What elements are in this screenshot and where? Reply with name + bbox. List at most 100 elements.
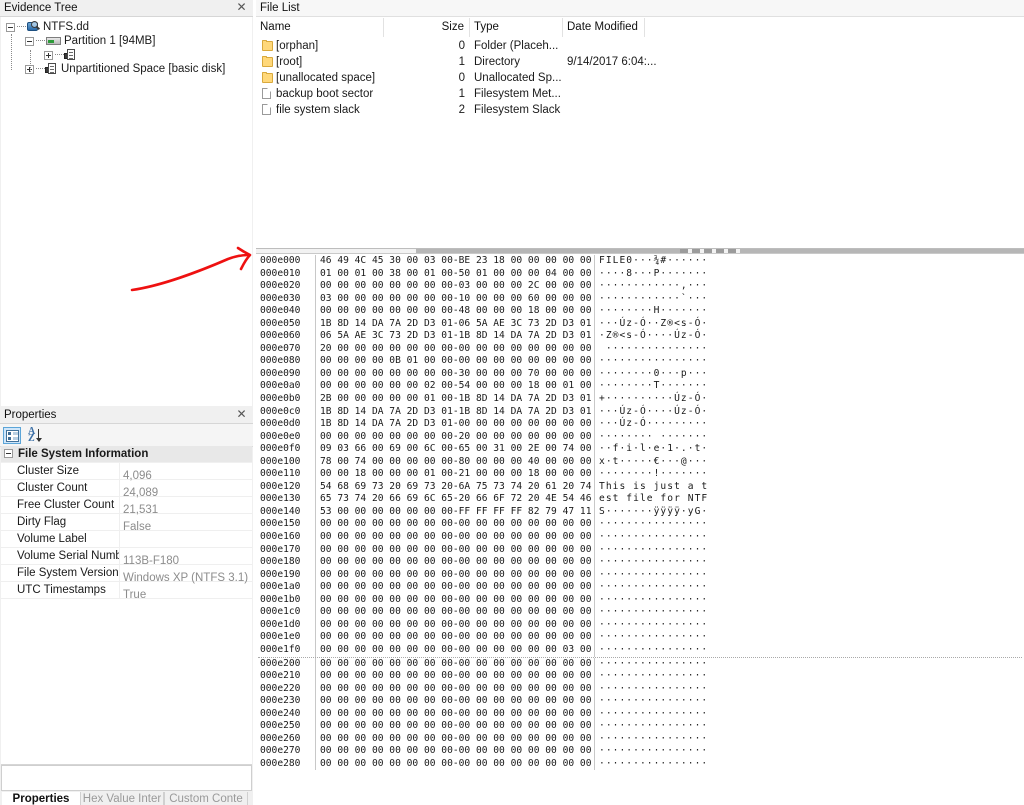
file-list-rows[interactable]: [orphan] 0 Folder (Placeh... [root] 1 Di… xyxy=(256,38,1024,245)
hex-ascii[interactable]: est file for NTF xyxy=(599,493,708,506)
hex-ascii[interactable]: ············`··· xyxy=(599,293,708,306)
hex-row[interactable]: 000e1d0 00 00 00 00 00 00 00 00-00 00 00 … xyxy=(258,618,1022,632)
property-row[interactable]: Volume Label xyxy=(1,531,252,548)
hex-bytes[interactable]: 00 00 00 00 00 00 00 00-00 00 00 00 00 0… xyxy=(320,556,591,569)
hex-row[interactable]: 000e050 1B 8D 14 DA 7A 2D D3 01-06 5A AE … xyxy=(258,317,1022,331)
hex-row[interactable]: 000e280 00 00 00 00 00 00 00 00-00 00 00 … xyxy=(258,757,1022,771)
tree-expander-minus-icon[interactable] xyxy=(6,22,15,32)
hex-ascii[interactable]: ················ xyxy=(599,758,708,771)
hex-bytes[interactable]: 00 00 00 00 00 00 00 00-00 00 00 00 00 0… xyxy=(320,544,591,557)
hex-row[interactable]: 000e1a0 00 00 00 00 00 00 00 00-00 00 00 … xyxy=(258,581,1022,594)
hex-bytes[interactable]: 00 00 00 00 00 00 00 00-00 00 00 00 00 0… xyxy=(320,708,591,721)
hex-row[interactable]: 000e1b0 00 00 00 00 00 00 00 00-00 00 00 … xyxy=(258,593,1022,607)
close-icon[interactable]: ✕ xyxy=(235,408,248,422)
group-collapse-icon[interactable] xyxy=(4,449,13,459)
hex-row[interactable]: 000e230 00 00 00 00 00 00 00 00-00 00 00 … xyxy=(258,695,1022,708)
hex-ascii[interactable]: ················ xyxy=(599,708,708,721)
hex-ascii[interactable]: ················ xyxy=(599,619,708,632)
hex-row[interactable]: 000e030 03 00 00 00 00 00 00 00-10 00 00 … xyxy=(258,292,1022,306)
property-row[interactable]: File System Version Windows XP (NTFS 3.1) xyxy=(1,565,252,584)
hex-row[interactable]: 000e110 00 00 18 00 00 00 01 00-21 00 00 … xyxy=(258,468,1022,481)
hex-row[interactable]: 000e120 54 68 69 73 20 69 73 20-6A 75 73 … xyxy=(258,480,1022,494)
hex-ascii[interactable]: ················ xyxy=(599,544,708,557)
hex-ascii[interactable]: +··········Úz-Ó· xyxy=(599,393,708,406)
tree-expander-plus-icon[interactable] xyxy=(44,50,53,60)
hex-row[interactable]: 000e1e0 00 00 00 00 00 00 00 00-00 00 00 … xyxy=(258,631,1022,644)
hex-dump[interactable]: 000e000 46 49 4C 45 30 00 03 00-BE 23 18 … xyxy=(258,255,1022,790)
hex-ascii[interactable]: ················ xyxy=(599,695,708,708)
hex-row[interactable]: 000e210 00 00 00 00 00 00 00 00-00 00 00 … xyxy=(258,670,1022,683)
hex-bytes[interactable]: 65 73 74 20 66 69 6C 65-20 66 6F 72 20 4… xyxy=(320,493,591,506)
hex-row[interactable]: 000e080 00 00 00 00 0B 01 00 00-00 00 00 … xyxy=(258,355,1022,368)
hex-bytes[interactable]: 00 00 00 00 0B 01 00 00-00 00 00 00 00 0… xyxy=(320,355,591,368)
hex-ascii[interactable]: ················ xyxy=(599,355,708,368)
hex-row[interactable]: 000e060 06 5A AE 3C 73 2D D3 01-1B 8D 14 … xyxy=(258,330,1022,343)
alphabetical-sort-button[interactable]: AZ xyxy=(26,427,48,444)
property-row[interactable]: Free Cluster Count 21,531 xyxy=(1,497,252,516)
hex-row[interactable]: 000e1f0 00 00 00 00 00 00 00 00-00 00 00 … xyxy=(258,643,1022,658)
hex-bytes[interactable]: 53 00 00 00 00 00 00 00-FF FF FF FF 82 7… xyxy=(320,506,591,519)
hex-row[interactable]: 000e160 00 00 00 00 00 00 00 00-00 00 00 … xyxy=(258,531,1022,544)
property-row[interactable]: Cluster Count 24,089 xyxy=(1,480,252,499)
categorized-view-button[interactable] xyxy=(3,427,21,444)
hex-ascii[interactable]: ················ xyxy=(599,670,708,683)
hex-row[interactable]: 000e100 78 00 74 00 00 00 00 00-80 00 00 … xyxy=(258,455,1022,469)
property-row[interactable]: Volume Serial Number113B-F180 xyxy=(1,548,252,567)
table-row[interactable]: [orphan] 0 Folder (Placeh... xyxy=(256,38,1024,54)
hex-bytes[interactable]: 00 00 00 00 00 00 00 00-00 00 00 00 00 0… xyxy=(320,619,591,632)
hex-ascii[interactable]: ················ xyxy=(599,581,708,594)
hex-bytes[interactable]: 00 00 00 00 00 00 00 00-00 00 00 00 00 0… xyxy=(320,531,591,544)
hex-bytes[interactable]: 1B 8D 14 DA 7A 2D D3 01-06 5A AE 3C 73 2… xyxy=(320,318,591,331)
hex-ascii[interactable]: ················ xyxy=(599,733,708,746)
hex-ascii[interactable]: x·t·····€···@··· xyxy=(599,456,708,469)
hex-horizontal-scrollbar[interactable] xyxy=(256,249,1024,254)
hex-ascii[interactable]: ················ xyxy=(599,556,708,569)
column-header-name[interactable]: Name xyxy=(256,18,384,37)
hex-ascii[interactable]: ················ xyxy=(599,594,708,607)
table-row[interactable]: backup boot sector 1 Filesystem Met... xyxy=(256,86,1024,102)
hex-ascii[interactable]: ················ xyxy=(599,644,708,657)
hex-row[interactable]: 000e0c0 1B 8D 14 DA 7A 2D D3 01-1B 8D 14 … xyxy=(258,405,1022,419)
hex-row[interactable]: 000e020 00 00 00 00 00 00 00 00-03 00 00 … xyxy=(258,280,1022,293)
hex-bytes[interactable]: 00 00 00 00 00 00 00 00-00 00 00 00 00 0… xyxy=(320,745,591,758)
hex-ascii[interactable]: ················ xyxy=(599,531,708,544)
hex-ascii[interactable]: ················ xyxy=(599,745,708,758)
hex-bytes[interactable]: 00 00 00 00 00 00 00 00-00 00 00 00 00 0… xyxy=(320,644,591,657)
close-icon[interactable]: ✕ xyxy=(235,1,248,15)
hex-row[interactable]: 000e200 00 00 00 00 00 00 00 00-00 00 00 … xyxy=(258,657,1022,671)
hex-row[interactable]: 000e260 00 00 00 00 00 00 00 00-00 00 00 … xyxy=(258,732,1022,746)
hex-ascii[interactable]: ············,··· xyxy=(599,280,708,293)
hex-ascii[interactable]: ················ xyxy=(599,658,708,671)
hex-row[interactable]: 000e010 01 00 01 00 38 00 01 00-50 01 00 … xyxy=(258,267,1022,281)
hex-bytes[interactable]: 00 00 00 00 00 00 00 00-00 00 00 00 00 0… xyxy=(320,581,591,594)
property-row[interactable]: Cluster Size 4,096 xyxy=(1,463,252,482)
hex-bytes[interactable]: 00 00 00 00 00 00 00 00-00 00 00 00 00 0… xyxy=(320,606,591,619)
table-row[interactable]: [root] 1 Directory 9/14/2017 6:04:... xyxy=(256,54,1024,70)
column-header-date-modified[interactable]: Date Modified xyxy=(563,18,645,37)
hex-bytes[interactable]: 00 00 00 00 00 00 00 00-00 00 00 00 00 0… xyxy=(320,670,591,683)
hex-ascii[interactable]: S·······ÿÿÿÿ·yG· xyxy=(599,506,708,519)
hex-bytes[interactable]: 00 00 00 00 00 00 00 00-00 00 00 00 00 0… xyxy=(320,720,591,733)
hex-bytes[interactable]: 00 00 00 00 00 00 00 00-00 00 00 00 00 0… xyxy=(320,569,591,582)
tree-item-ntfs-dd[interactable]: NTFS.dd xyxy=(1,17,252,34)
hex-row[interactable]: 000e140 53 00 00 00 00 00 00 00-FF FF FF … xyxy=(258,505,1022,519)
hex-bytes[interactable]: 00 00 00 00 00 00 00 00-00 00 00 00 00 0… xyxy=(320,695,591,708)
hex-bytes[interactable]: 20 00 00 00 00 00 00 00-00 00 00 00 00 0… xyxy=(320,343,591,356)
hex-ascii[interactable]: ····8···P······· xyxy=(599,268,708,281)
hex-bytes[interactable]: 2B 00 00 00 00 00 01 00-1B 8D 14 DA 7A 2… xyxy=(320,393,591,406)
properties-grid[interactable]: File System Information Cluster Size 4,09… xyxy=(1,446,252,765)
hex-row[interactable]: 000e0b0 2B 00 00 00 00 00 01 00-1B 8D 14 … xyxy=(258,393,1022,406)
hex-bytes[interactable]: 00 00 00 00 00 00 00 00-48 00 00 00 18 0… xyxy=(320,305,591,318)
hex-bytes[interactable]: 00 00 18 00 00 00 01 00-21 00 00 00 18 0… xyxy=(320,468,591,481)
column-header-size[interactable]: Size xyxy=(384,18,470,37)
hex-ascii[interactable]: ···Úz-Ó········· xyxy=(599,418,708,431)
properties-group-header[interactable]: File System Information xyxy=(1,446,252,463)
hex-row[interactable]: 000e1c0 00 00 00 00 00 00 00 00-00 00 00 … xyxy=(258,606,1022,619)
hex-ascii[interactable]: ········T······· xyxy=(599,380,708,393)
hex-bytes[interactable]: 06 5A AE 3C 73 2D D3 01-1B 8D 14 DA 7A 2… xyxy=(320,330,591,343)
hex-row[interactable]: 000e170 00 00 00 00 00 00 00 00-00 00 00 … xyxy=(258,543,1022,557)
hex-ascii[interactable]: ·Z®<s-Ó····Úz-Ó· xyxy=(599,330,708,343)
hex-bytes[interactable]: 00 00 00 00 00 00 00 00-00 00 00 00 00 0… xyxy=(320,758,591,771)
tree-item-filesystem[interactable] xyxy=(1,48,252,62)
property-row[interactable]: Dirty Flag False xyxy=(1,514,252,533)
